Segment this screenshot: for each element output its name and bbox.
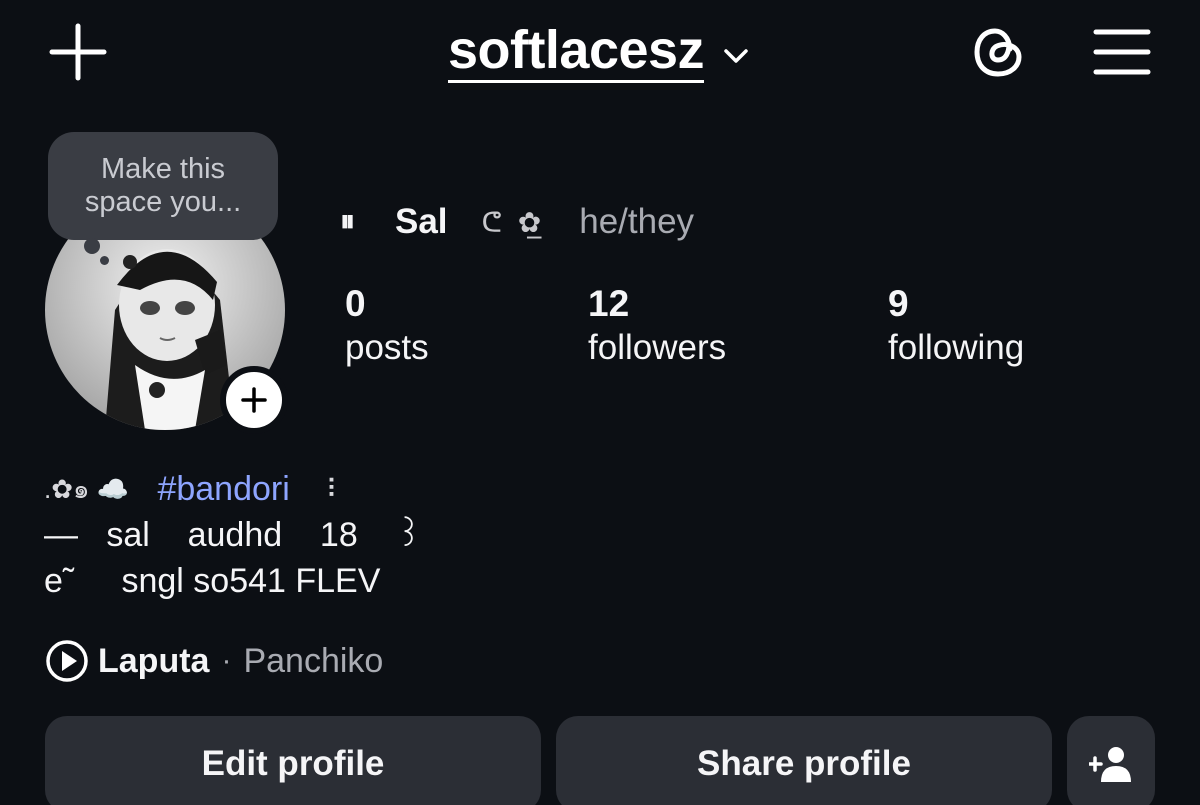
followers-stat[interactable]: 12 followers: [588, 282, 726, 370]
following-stat[interactable]: 9 following: [888, 282, 1024, 370]
following-label: following: [888, 328, 1025, 367]
note-bubble-tail-small: [100, 256, 109, 265]
bio-line-3: e˜ sngl so541 FLEV: [44, 558, 422, 604]
profile-screen: softlacesz Make this space you... ⏸ Sal …: [0, 0, 1200, 805]
artist-name: Panchiko: [243, 641, 384, 680]
bio: .✿๑ ☁️ #bandori ⠸ — sal audhd 18 ꒱ e˜ sn…: [44, 466, 422, 604]
bio-line-2: — sal audhd 18 ꒱: [44, 516, 423, 554]
note-bubble-tail: [84, 238, 100, 254]
followers-count: 12: [588, 283, 630, 324]
top-bar: softlacesz: [0, 0, 1200, 110]
name-row: ⏸ Sal ᕦ ✿̲ he/they: [340, 198, 694, 246]
profile-music[interactable]: Laputa · Panchiko: [44, 636, 383, 686]
music-separator: ·: [221, 644, 232, 677]
share-profile-button[interactable]: Share profile: [556, 716, 1052, 805]
name-decoration: ᕦ ✿̲: [481, 206, 546, 238]
display-name: Sal: [395, 202, 448, 241]
username-title[interactable]: softlacesz: [447, 22, 705, 83]
hamburger-menu-icon[interactable]: [1090, 22, 1154, 82]
posts-count: 0: [345, 283, 366, 324]
bio-line-1: .✿๑ ☁️ #bandori ⠸: [44, 466, 422, 512]
discover-people-button[interactable]: [1067, 716, 1155, 805]
add-person-icon: [1089, 747, 1131, 782]
posts-stat[interactable]: 0 posts: [345, 282, 429, 370]
name-prefix-glyph: ⏸: [340, 205, 355, 238]
add-story-button[interactable]: [220, 366, 288, 434]
bio-line-3-text: sngl so541 FLEV: [121, 562, 381, 600]
plus-icon: [241, 387, 267, 413]
play-circle-icon[interactable]: [44, 638, 90, 684]
chevron-down-icon[interactable]: [720, 40, 752, 72]
bio-trail-glyph: ⠸: [318, 474, 338, 504]
followers-label: followers: [588, 328, 727, 367]
posts-label: posts: [345, 328, 429, 367]
bio-decoration: .✿๑ ☁️: [44, 474, 130, 504]
note-prompt-text: Make this space you...: [84, 153, 242, 218]
hashtag-link[interactable]: #bandori: [157, 466, 289, 512]
following-count: 9: [888, 283, 909, 324]
song-title: Laputa: [98, 641, 210, 680]
bio-line-3-deco: e˜: [44, 562, 75, 600]
edit-profile-button[interactable]: Edit profile: [45, 716, 541, 805]
threads-icon[interactable]: [966, 20, 1030, 84]
pronouns: he/they: [579, 202, 695, 241]
note-prompt-bubble[interactable]: Make this space you...: [48, 132, 278, 240]
